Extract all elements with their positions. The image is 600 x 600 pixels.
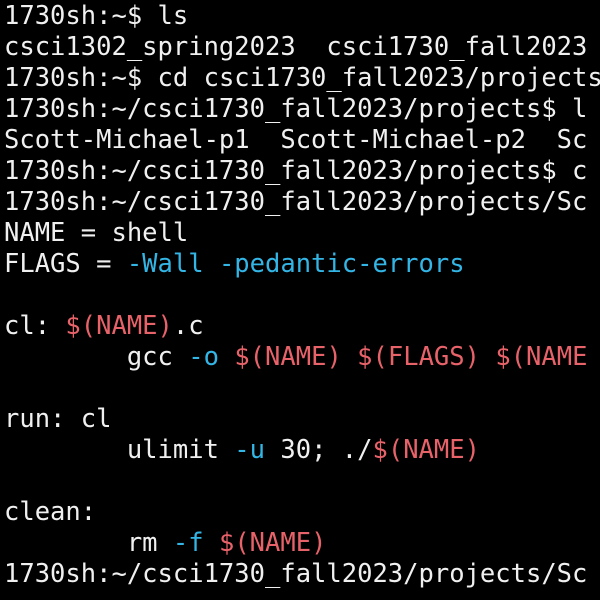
makefile-text: FLAGS = [4, 249, 127, 279]
makefile-line-rm: rm -f $(NAME) [4, 528, 600, 559]
output-text: csci1302_spring2023 csci1730_fall2023 [4, 32, 588, 62]
shell-prompt: 1730sh:~$ [4, 1, 158, 31]
makefile-space [204, 528, 219, 558]
makefile-flag: -u [234, 435, 266, 465]
terminal-line-list-projects: 1730sh:~/csci1730_fall2023/projects$ l [4, 94, 600, 125]
makefile-flag: -o [188, 342, 219, 372]
makefile-text: 30; ./ [265, 435, 373, 465]
makefile-text: run: cl [4, 404, 112, 434]
makefile-command: rm [126, 528, 173, 558]
terminal-line-ls: 1730sh:~$ ls [4, 1, 600, 32]
shell-prompt: 1730sh:~/csci1730_fall2023/projects/Sc [4, 187, 588, 217]
makefile-space [219, 342, 234, 372]
makefile-variable: $(NAME) [218, 528, 327, 558]
terminal-output-directory-list: csci1302_spring2023 csci1730_fall2023 [4, 32, 600, 63]
makefile-variable: $(NAME) [65, 311, 173, 341]
makefile-text: clean: [4, 497, 97, 527]
command-text: c [572, 156, 588, 186]
shell-prompt: 1730sh:~/csci1730_fall2023/projects$ [4, 156, 573, 186]
makefile-variable: $(NAME) [234, 342, 342, 372]
shell-prompt: 1730sh:~/csci1730_fall2023/projects$ [4, 94, 573, 124]
makefile-indent [4, 342, 127, 372]
makefile-indent [4, 435, 127, 465]
makefile-line-gcc: gcc -o $(NAME) $(FLAGS) $(NAME [4, 342, 600, 373]
makefile-space [480, 342, 495, 372]
makefile-blank-line [4, 280, 600, 311]
command-text: cd csci1730_fall2023/projects [157, 63, 600, 93]
makefile-variable: $(FLAGS) [357, 342, 480, 372]
makefile-line-name: NAME = shell [4, 218, 600, 249]
makefile-command: gcc [126, 342, 189, 372]
makefile-command: ulimit [126, 435, 235, 465]
makefile-text: NAME = shell [4, 218, 189, 248]
makefile-blank-line [4, 466, 600, 497]
makefile-target: cl: [4, 311, 66, 341]
makefile-line-flags: FLAGS = -Wall -pedantic-errors [4, 249, 600, 280]
makefile-variable: $(NAME) [372, 435, 480, 465]
command-text: l [572, 94, 588, 124]
terminal-window[interactable]: 1730sh:~$ ls csci1302_spring2023 csci173… [0, 0, 600, 600]
shell-prompt: 1730sh:~$ [4, 63, 158, 93]
terminal-line-command: 1730sh:~/csci1730_fall2023/projects$ c [4, 156, 600, 187]
makefile-space [342, 342, 357, 372]
makefile-line-run-target: run: cl [4, 404, 600, 435]
output-text: Scott-Michael-p1 Scott-Michael-p2 Sc [4, 125, 588, 155]
makefile-flags: -Wall -pedantic-errors [126, 249, 465, 279]
terminal-line-current-prompt[interactable]: 1730sh:~/csci1730_fall2023/projects/Sc [4, 559, 600, 590]
makefile-indent [4, 528, 127, 558]
makefile-blank-line [4, 373, 600, 404]
makefile-text: .c [172, 311, 204, 341]
terminal-output-project-list: Scott-Michael-p1 Scott-Michael-p2 Sc [4, 125, 600, 156]
command-text: ls [157, 1, 189, 31]
makefile-line-ulimit: ulimit -u 30; ./$(NAME) [4, 435, 600, 466]
makefile-line-cl-target: cl: $(NAME).c [4, 311, 600, 342]
makefile-variable: $(NAME [495, 342, 588, 372]
shell-prompt: 1730sh:~/csci1730_fall2023/projects/Sc [4, 559, 588, 589]
terminal-line-prompt: 1730sh:~/csci1730_fall2023/projects/Sc [4, 187, 600, 218]
terminal-line-cd: 1730sh:~$ cd csci1730_fall2023/projects [4, 63, 600, 94]
makefile-line-clean-target: clean: [4, 497, 600, 528]
makefile-flag: -f [172, 528, 204, 558]
